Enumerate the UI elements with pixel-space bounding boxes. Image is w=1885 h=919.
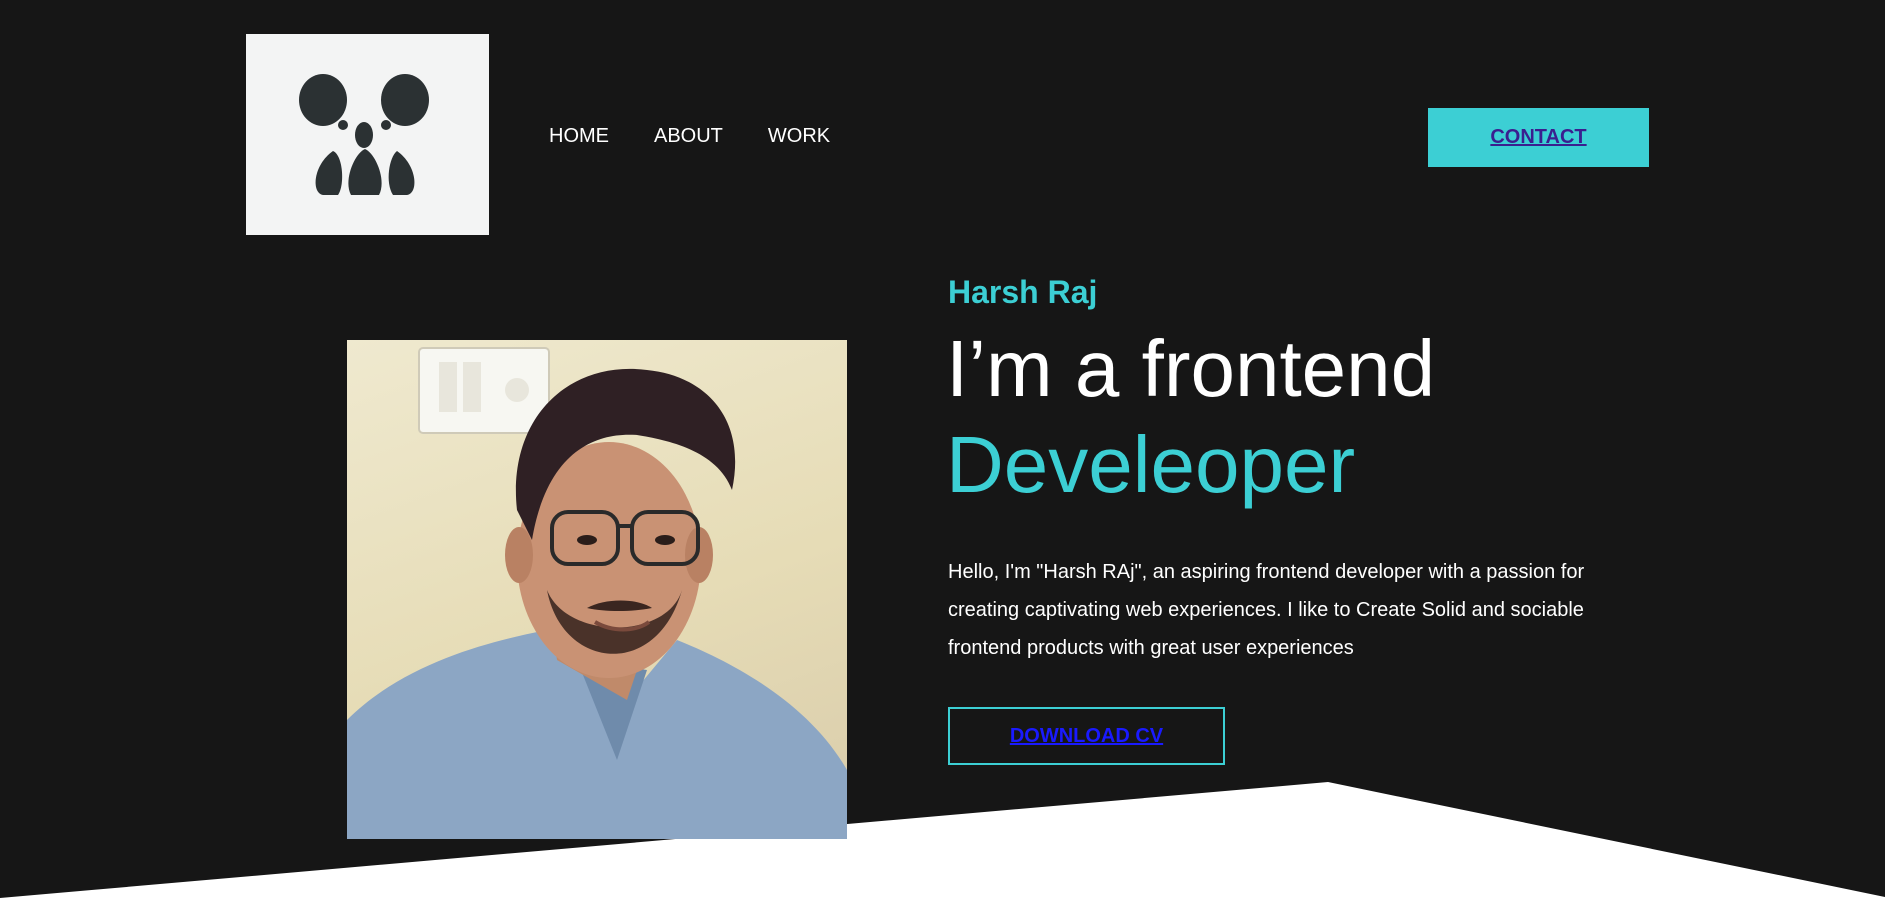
- hero-name: Harsh Raj: [948, 274, 1098, 310]
- download-cv-button[interactable]: DOWNLOAD CV: [948, 707, 1225, 765]
- contact-button[interactable]: CONTACT: [1428, 108, 1649, 167]
- hero-section: HOME ABOUT WORK CONTACT Harsh Raj I’m a …: [0, 0, 1885, 919]
- nav-work-link[interactable]: WORK: [768, 124, 830, 148]
- profile-photo: [347, 340, 847, 839]
- site-logo[interactable]: [246, 34, 489, 235]
- hero-headline-accent: Develeoper: [946, 420, 1356, 509]
- hero-headline: I’m a frontend: [946, 324, 1436, 413]
- hero-intro: Hello, I'm "Harsh RAj", an aspiring fron…: [948, 561, 1585, 659]
- koala-icon: [298, 73, 429, 195]
- main-nav: HOME ABOUT WORK: [549, 124, 830, 148]
- nav-home-link[interactable]: HOME: [549, 124, 609, 148]
- portrait-illustration: [347, 347, 847, 839]
- nav-about-link[interactable]: ABOUT: [654, 124, 723, 148]
